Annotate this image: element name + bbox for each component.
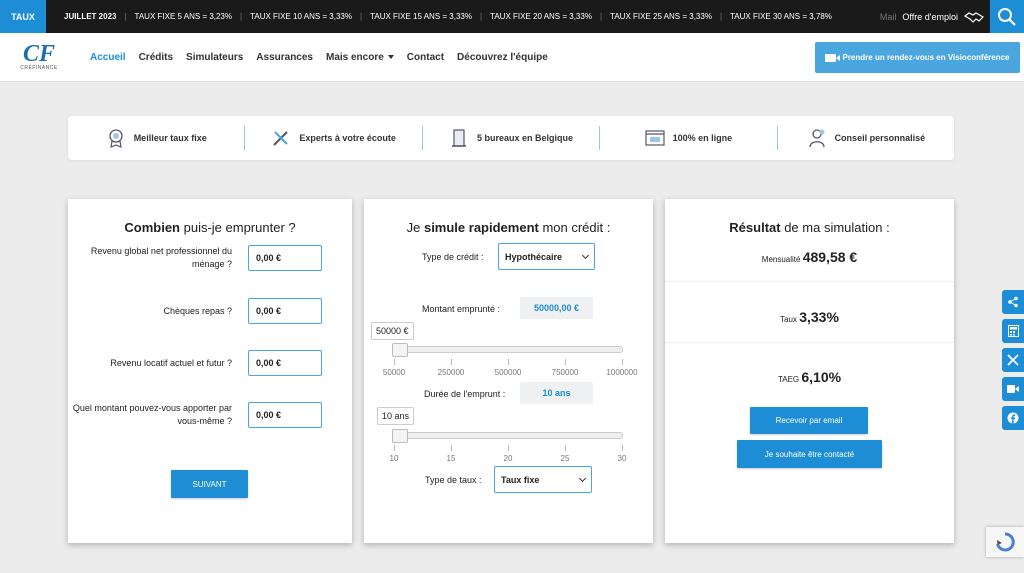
borrow-capacity-card: Combien puis-je emprunter ? Revenu globa… — [68, 199, 352, 543]
logo-mark: CF — [22, 41, 55, 67]
simulation-result-card: Résultat de ma simulation : Mensualité 4… — [665, 199, 954, 543]
ticker-item: TAUX FIXE 15 ANS = 3,33% — [370, 12, 472, 21]
duration-slider-tooltip: 10 ans — [377, 407, 415, 425]
meal-vouchers-label: Chèques repas ? — [163, 305, 232, 316]
tools-icon — [273, 131, 289, 146]
handshake-icon — [964, 11, 984, 23]
advisor-person-icon — [808, 129, 825, 148]
feature-item: Conseil personnalisé — [778, 128, 954, 148]
amount-slider-thumb[interactable] — [392, 343, 408, 357]
mail-link[interactable]: Mail — [880, 12, 897, 22]
duration-label: Durée de l'emprunt : — [424, 389, 506, 399]
recaptcha-icon — [996, 532, 1015, 552]
side-dock — [1002, 290, 1024, 430]
rate-ticker: TAUX JUILLET 2023 | TAUX FIXE 5 ANS = 3,2… — [0, 0, 1024, 33]
share-icon — [1008, 296, 1018, 308]
nav-item-assurances[interactable]: Assurances — [256, 52, 313, 63]
own-contribution-input[interactable]: 0,00 € — [248, 402, 322, 428]
income-input[interactable]: 0,00 € — [248, 245, 322, 271]
nav-item-simulateurs[interactable]: Simulateurs — [186, 52, 243, 63]
search-button[interactable] — [990, 0, 1024, 33]
ticker-items: JUILLET 2023 | TAUX FIXE 5 ANS = 3,23% | T… — [64, 12, 832, 21]
ticker-tag: TAUX — [0, 0, 46, 33]
visio-appointment-button[interactable]: Prendre un rendez-vous en Visioconférenc… — [815, 42, 1020, 73]
amount-label: Montant emprunté : — [422, 304, 501, 314]
facebook-button[interactable] — [1002, 406, 1024, 430]
ticker-item: TAUX FIXE 5 ANS = 3,23% — [134, 12, 232, 21]
rental-income-input[interactable]: 0,00 € — [248, 350, 322, 376]
receive-email-button[interactable]: Recevoir par email — [750, 407, 868, 434]
ticker-item: TAUX FIXE 30 ANS = 3,78% — [730, 12, 832, 21]
rate-type-label: Type de taux : — [425, 475, 482, 485]
own-contribution-row: Quel montant pouvez-vous apporter par vo… — [68, 402, 352, 428]
video-camera-icon — [825, 53, 841, 62]
income-label: Revenu global net professionnel du ménag… — [90, 246, 232, 269]
ticker-item: TAUX FIXE 25 ANS = 3,33% — [610, 12, 712, 21]
chevron-down-icon — [387, 55, 394, 59]
monthly-payment: Mensualité 489,58 € — [761, 249, 858, 265]
browser-window-icon — [645, 130, 665, 146]
calculator-icon — [1007, 325, 1019, 337]
logo-subtitle: CRÉFINANCE — [20, 65, 58, 71]
ticker-item: JUILLET 2023 — [64, 12, 117, 21]
simulation-card-title: Je simule rapidement mon crédit : — [406, 220, 611, 235]
feature-item: Experts à votre écoute — [245, 128, 421, 148]
result-card-title: Résultat de ma simulation : — [729, 220, 890, 235]
borrow-card-title: Combien puis-je emprunter ? — [124, 220, 296, 235]
nav-item-credits[interactable]: Crédits — [139, 52, 173, 63]
chevron-down-icon — [578, 474, 587, 482]
search-icon — [998, 7, 1016, 26]
building-icon — [452, 129, 466, 147]
credit-type-select[interactable]: Hypothécaire — [498, 243, 595, 270]
video-call-button[interactable] — [1002, 377, 1024, 401]
chevron-down-icon — [581, 251, 590, 259]
feature-item: 5 bureaux en Belgique — [423, 128, 599, 148]
amount-value: 50000,00 € — [520, 297, 593, 319]
amount-slider-tooltip: 50000 € — [371, 322, 414, 340]
nav-item-accueil[interactable]: Accueil — [90, 52, 126, 63]
request-contact-button[interactable]: Je souhaite être contacté — [737, 440, 882, 468]
meal-vouchers-row: Chèques repas ? 0,00 € — [68, 298, 352, 324]
duration-value: 10 ans — [520, 382, 593, 404]
amount-slider-track[interactable] — [394, 346, 623, 353]
duration-slider-track[interactable] — [394, 432, 623, 439]
jobs-link[interactable]: Offre d'emploi — [902, 12, 958, 22]
rental-income-row: Revenu locatif actuel et futur ? 0,00 € — [68, 350, 352, 376]
share-button[interactable] — [1002, 290, 1024, 314]
main-nav: CF CRÉFINANCE Accueil Crédits Simulateur… — [0, 33, 1024, 82]
next-button[interactable]: SUIVANT — [171, 470, 248, 498]
video-camera-icon — [1007, 385, 1019, 393]
nav-item-mais-encore[interactable]: Mais encore — [326, 52, 394, 63]
nav-item-contact[interactable]: Contact — [407, 52, 444, 63]
quick-simulation-card: Je simule rapidement mon crédit : Type d… — [364, 199, 653, 543]
ticker-item: TAUX FIXE 20 ANS = 3,33% — [490, 12, 592, 21]
facebook-icon — [1007, 412, 1019, 424]
ticker-item: TAUX FIXE 10 ANS = 3,33% — [250, 12, 352, 21]
duration-slider-thumb[interactable] — [392, 429, 408, 443]
recaptcha-badge[interactable] — [986, 527, 1024, 557]
income-row: Revenu global net professionnel du ménag… — [68, 245, 352, 271]
feature-item: 100% en ligne — [600, 128, 776, 148]
calculator-button[interactable] — [1002, 319, 1024, 343]
nav-item-equipe[interactable]: Découvrez l'équipe — [457, 52, 548, 63]
rate-type-select[interactable]: Taux fixe — [494, 466, 592, 493]
feature-item: Meilleur taux fixe — [68, 128, 244, 148]
rental-income-label: Revenu locatif actuel et futur ? — [110, 357, 232, 368]
award-medal-icon — [109, 129, 123, 148]
meal-vouchers-input[interactable]: 0,00 € — [248, 298, 322, 324]
features-bar: Meilleur taux fixe Experts à votre écout… — [68, 116, 954, 160]
own-contribution-label: Quel montant pouvez-vous apporter par vo… — [72, 403, 232, 426]
tools-icon — [1007, 354, 1019, 366]
rate-result: Taux 3,33% — [780, 309, 839, 325]
taeg-result: TAEG 6,10% — [777, 369, 842, 385]
tools-button[interactable] — [1002, 348, 1024, 372]
credit-type-label: Type de crédit : — [422, 252, 484, 262]
logo[interactable]: CF CRÉFINANCE — [0, 33, 78, 82]
